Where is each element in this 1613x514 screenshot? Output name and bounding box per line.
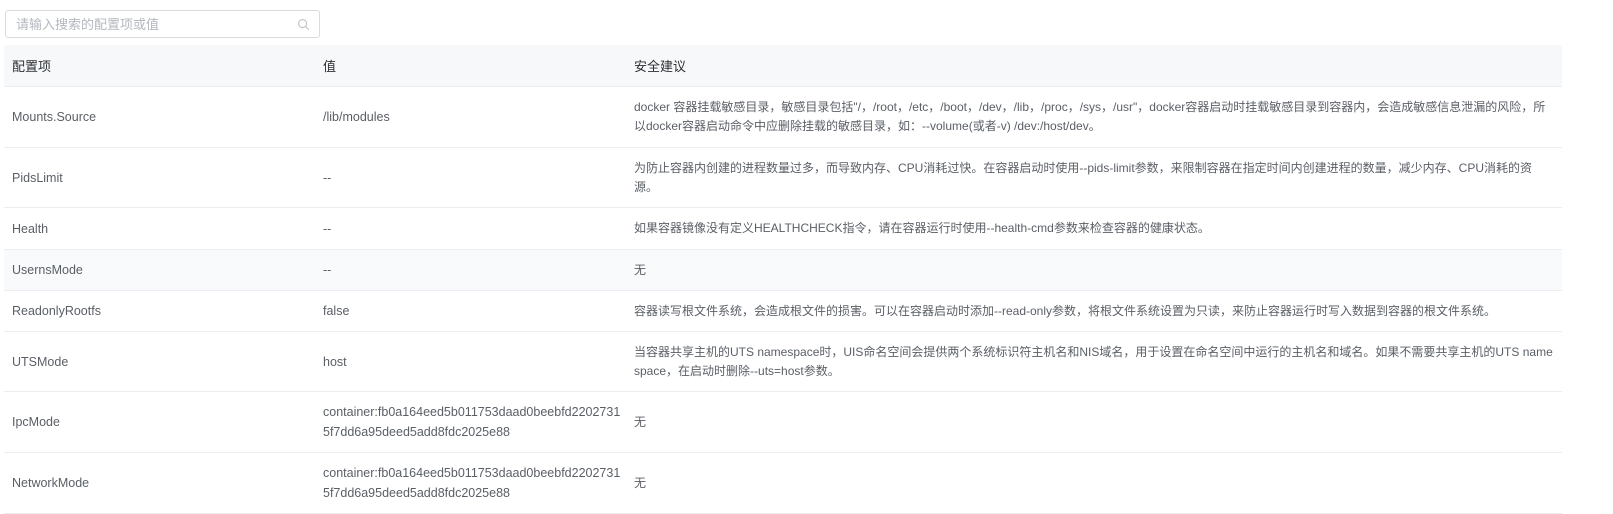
cell-advice: docker 容器挂载敏感目录，敏感目录包括"/，/root，/etc，/boo… <box>634 100 1546 133</box>
cell-value: false <box>323 304 350 318</box>
column-header-advice: 安全建议 <box>634 59 687 74</box>
table-row: ReadonlyRootfs false 容器读写根文件系统，会造成根文件的损害… <box>4 291 1562 332</box>
search-icon[interactable] <box>297 18 310 31</box>
cell-value: /lib/modules <box>323 110 390 124</box>
cell-value: host <box>323 354 347 369</box>
search-box[interactable] <box>5 10 320 38</box>
column-header-value: 值 <box>323 59 337 74</box>
cell-advice: 当容器共享主机的UTS namespace时，UIS命名空间会提供两个系统标识符… <box>634 344 1553 378</box>
cell-advice: 无 <box>634 262 647 277</box>
cell-item: UTSMode <box>12 354 69 369</box>
cell-value: -- <box>323 263 332 277</box>
table-row: UTSMode host 当容器共享主机的UTS namespace时，UIS命… <box>4 332 1562 392</box>
table-row: NetworkMode container:fb0a164eed5b011753… <box>4 453 1562 514</box>
cell-item: ReadonlyRootfs <box>12 304 101 318</box>
table-row: PidsLimit -- 为防止容器内创建的进程数量过多，而导致内存、CPU消耗… <box>4 148 1562 208</box>
cell-item: IpcMode <box>12 415 60 429</box>
cell-advice: 为防止容器内创建的进程数量过多，而导致内存、CPU消耗过快。在容器启动时使用--… <box>634 160 1533 194</box>
cell-item: UsernsMode <box>12 263 83 277</box>
cell-value: -- <box>323 170 332 185</box>
cell-value: container:fb0a164eed5b011753daad0beebfd2… <box>323 405 621 439</box>
cell-item: NetworkMode <box>12 476 90 490</box>
cell-advice: 无 <box>634 414 647 429</box>
cell-value: -- <box>323 221 332 236</box>
cell-advice: 如果容器镜像没有定义HEALTHCHECK指令，请在容器运行时使用--healt… <box>634 221 1210 235</box>
cell-item: PidsLimit <box>12 170 63 185</box>
config-table: 配置项 值 安全建议 Mounts.Source /lib/modules do… <box>4 45 1562 514</box>
search-input[interactable] <box>6 11 319 37</box>
table-row: Mounts.Source /lib/modules docker 容器挂载敏感… <box>4 87 1562 148</box>
table-header: 配置项 值 安全建议 <box>4 45 1562 87</box>
cell-value: container:fb0a164eed5b011753daad0beebfd2… <box>323 466 621 500</box>
cell-advice: 容器读写根文件系统，会造成根文件的损害。可以在容器启动时添加--read-onl… <box>634 303 1497 318</box>
table-row: IpcMode container:fb0a164eed5b011753daad… <box>4 392 1562 453</box>
cell-item: Mounts.Source <box>12 110 97 124</box>
table-row: UsernsMode -- 无 <box>4 250 1562 291</box>
column-header-item: 配置项 <box>12 59 52 74</box>
table-row: Health -- 如果容器镜像没有定义HEALTHCHECK指令，请在容器运行… <box>4 208 1562 250</box>
cell-item: Health <box>12 221 49 236</box>
cell-advice: 无 <box>634 475 647 490</box>
